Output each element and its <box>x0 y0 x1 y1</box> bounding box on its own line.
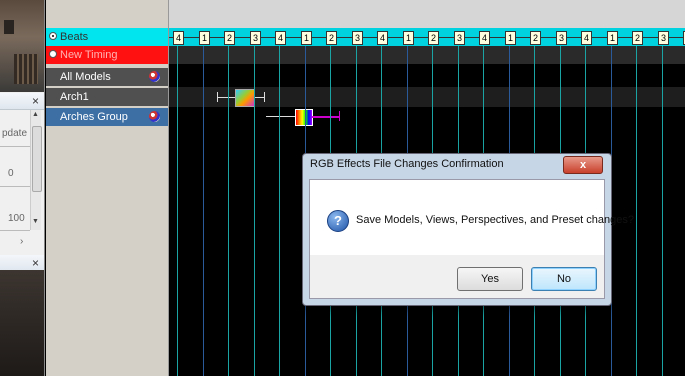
divider <box>0 230 30 231</box>
row-label: New Timing <box>60 49 118 61</box>
vertical-scrollbar[interactable]: ▲ ▼ <box>30 110 42 230</box>
beat-marker[interactable]: 2 <box>632 31 643 45</box>
scroll-up-icon[interactable]: ▲ <box>32 111 39 118</box>
model-row-list: Beats New Timing All Models Arch1 Arches… <box>46 0 169 376</box>
row-label: Arches Group <box>60 111 128 123</box>
timeline-header <box>169 0 685 28</box>
beat-marker[interactable]: 3 <box>250 31 261 45</box>
confirmation-dialog: RGB Effects File Changes Confirmation x … <box>302 153 634 306</box>
effect-duration-line <box>266 116 296 117</box>
effect-icon-arch1[interactable] <box>235 89 255 107</box>
divider <box>0 146 30 147</box>
beat-marker[interactable]: 3 <box>556 31 567 45</box>
beat-grid-line <box>203 46 204 376</box>
effect-end-marker <box>339 111 340 121</box>
value-field-b[interactable]: 100 <box>8 213 25 224</box>
update-label: pdate <box>2 128 28 139</box>
no-button[interactable]: No <box>531 267 597 291</box>
beat-marker[interactable]: 4 <box>581 31 592 45</box>
arrow-right-icon[interactable]: › <box>20 236 23 247</box>
close-icon[interactable]: × <box>32 94 39 108</box>
house-preview-image <box>0 0 44 92</box>
beat-marker[interactable]: 2 <box>530 31 541 45</box>
beat-marker[interactable]: 4 <box>173 31 184 45</box>
beat-grid-line <box>636 46 637 376</box>
beat-grid-line <box>254 46 255 376</box>
effect-start-marker <box>217 92 218 102</box>
row-label: Arch1 <box>60 91 89 103</box>
beat-marker[interactable]: 2 <box>428 31 439 45</box>
beat-marker[interactable]: 1 <box>607 31 618 45</box>
beat-grid-line <box>228 46 229 376</box>
row-arches-group[interactable]: Arches Group <box>46 108 168 126</box>
dialog-body: ? Save Models, Views, Perspectives, and … <box>309 179 634 257</box>
beat-grid-line <box>662 46 663 376</box>
beat-marker[interactable]: 1 <box>505 31 516 45</box>
dialog-message: Save Models, Views, Perspectives, and Pr… <box>356 214 635 226</box>
close-icon[interactable]: × <box>32 256 39 270</box>
beat-marker[interactable]: 4 <box>275 31 286 45</box>
panel-titlebar: × <box>0 93 44 110</box>
beat-marker[interactable]: 3 <box>454 31 465 45</box>
scroll-thumb[interactable] <box>32 126 42 192</box>
row-all-models[interactable]: All Models <box>46 68 168 86</box>
row-label: All Models <box>60 71 111 83</box>
row-label: Beats <box>60 31 89 43</box>
beat-marker[interactable]: 3 <box>352 31 363 45</box>
beat-marker[interactable]: 4 <box>479 31 490 45</box>
beat-grid-line <box>177 46 178 376</box>
beat-marker[interactable]: 1 <box>301 31 312 45</box>
preview-image-2 <box>0 270 44 376</box>
effect-duration-line-selected <box>312 116 340 118</box>
value-field-a[interactable]: 0 <box>8 168 14 179</box>
row-arch1[interactable]: Arch1 <box>46 88 168 106</box>
radio-icon[interactable] <box>49 32 57 40</box>
row-new-timing[interactable]: New Timing <box>46 46 168 64</box>
yes-button[interactable]: Yes <box>457 267 523 291</box>
divider <box>0 186 30 187</box>
left-panel: × pdate 0 = 100 › ▲ ▼ × <box>0 0 45 376</box>
beat-grid-line <box>279 46 280 376</box>
scroll-down-icon[interactable]: ▼ <box>32 218 39 225</box>
effect-icon-arches-group[interactable] <box>295 109 313 126</box>
effect-end-marker <box>264 92 265 102</box>
dialog-title: RGB Effects File Changes Confirmation <box>310 158 504 170</box>
beat-marker[interactable]: 3 <box>658 31 669 45</box>
beat-marker[interactable]: 1 <box>199 31 210 45</box>
model-icon[interactable] <box>149 111 160 122</box>
row-beats[interactable]: Beats <box>46 28 168 46</box>
question-icon: ? <box>327 210 349 232</box>
close-button[interactable]: x <box>563 156 603 174</box>
timing-band <box>169 46 685 64</box>
beat-marker[interactable]: 2 <box>326 31 337 45</box>
radio-icon[interactable] <box>49 50 57 58</box>
beat-marker[interactable]: 4 <box>377 31 388 45</box>
beat-marker[interactable]: 2 <box>224 31 235 45</box>
beat-marker[interactable]: 1 <box>403 31 414 45</box>
model-icon[interactable] <box>149 71 160 82</box>
